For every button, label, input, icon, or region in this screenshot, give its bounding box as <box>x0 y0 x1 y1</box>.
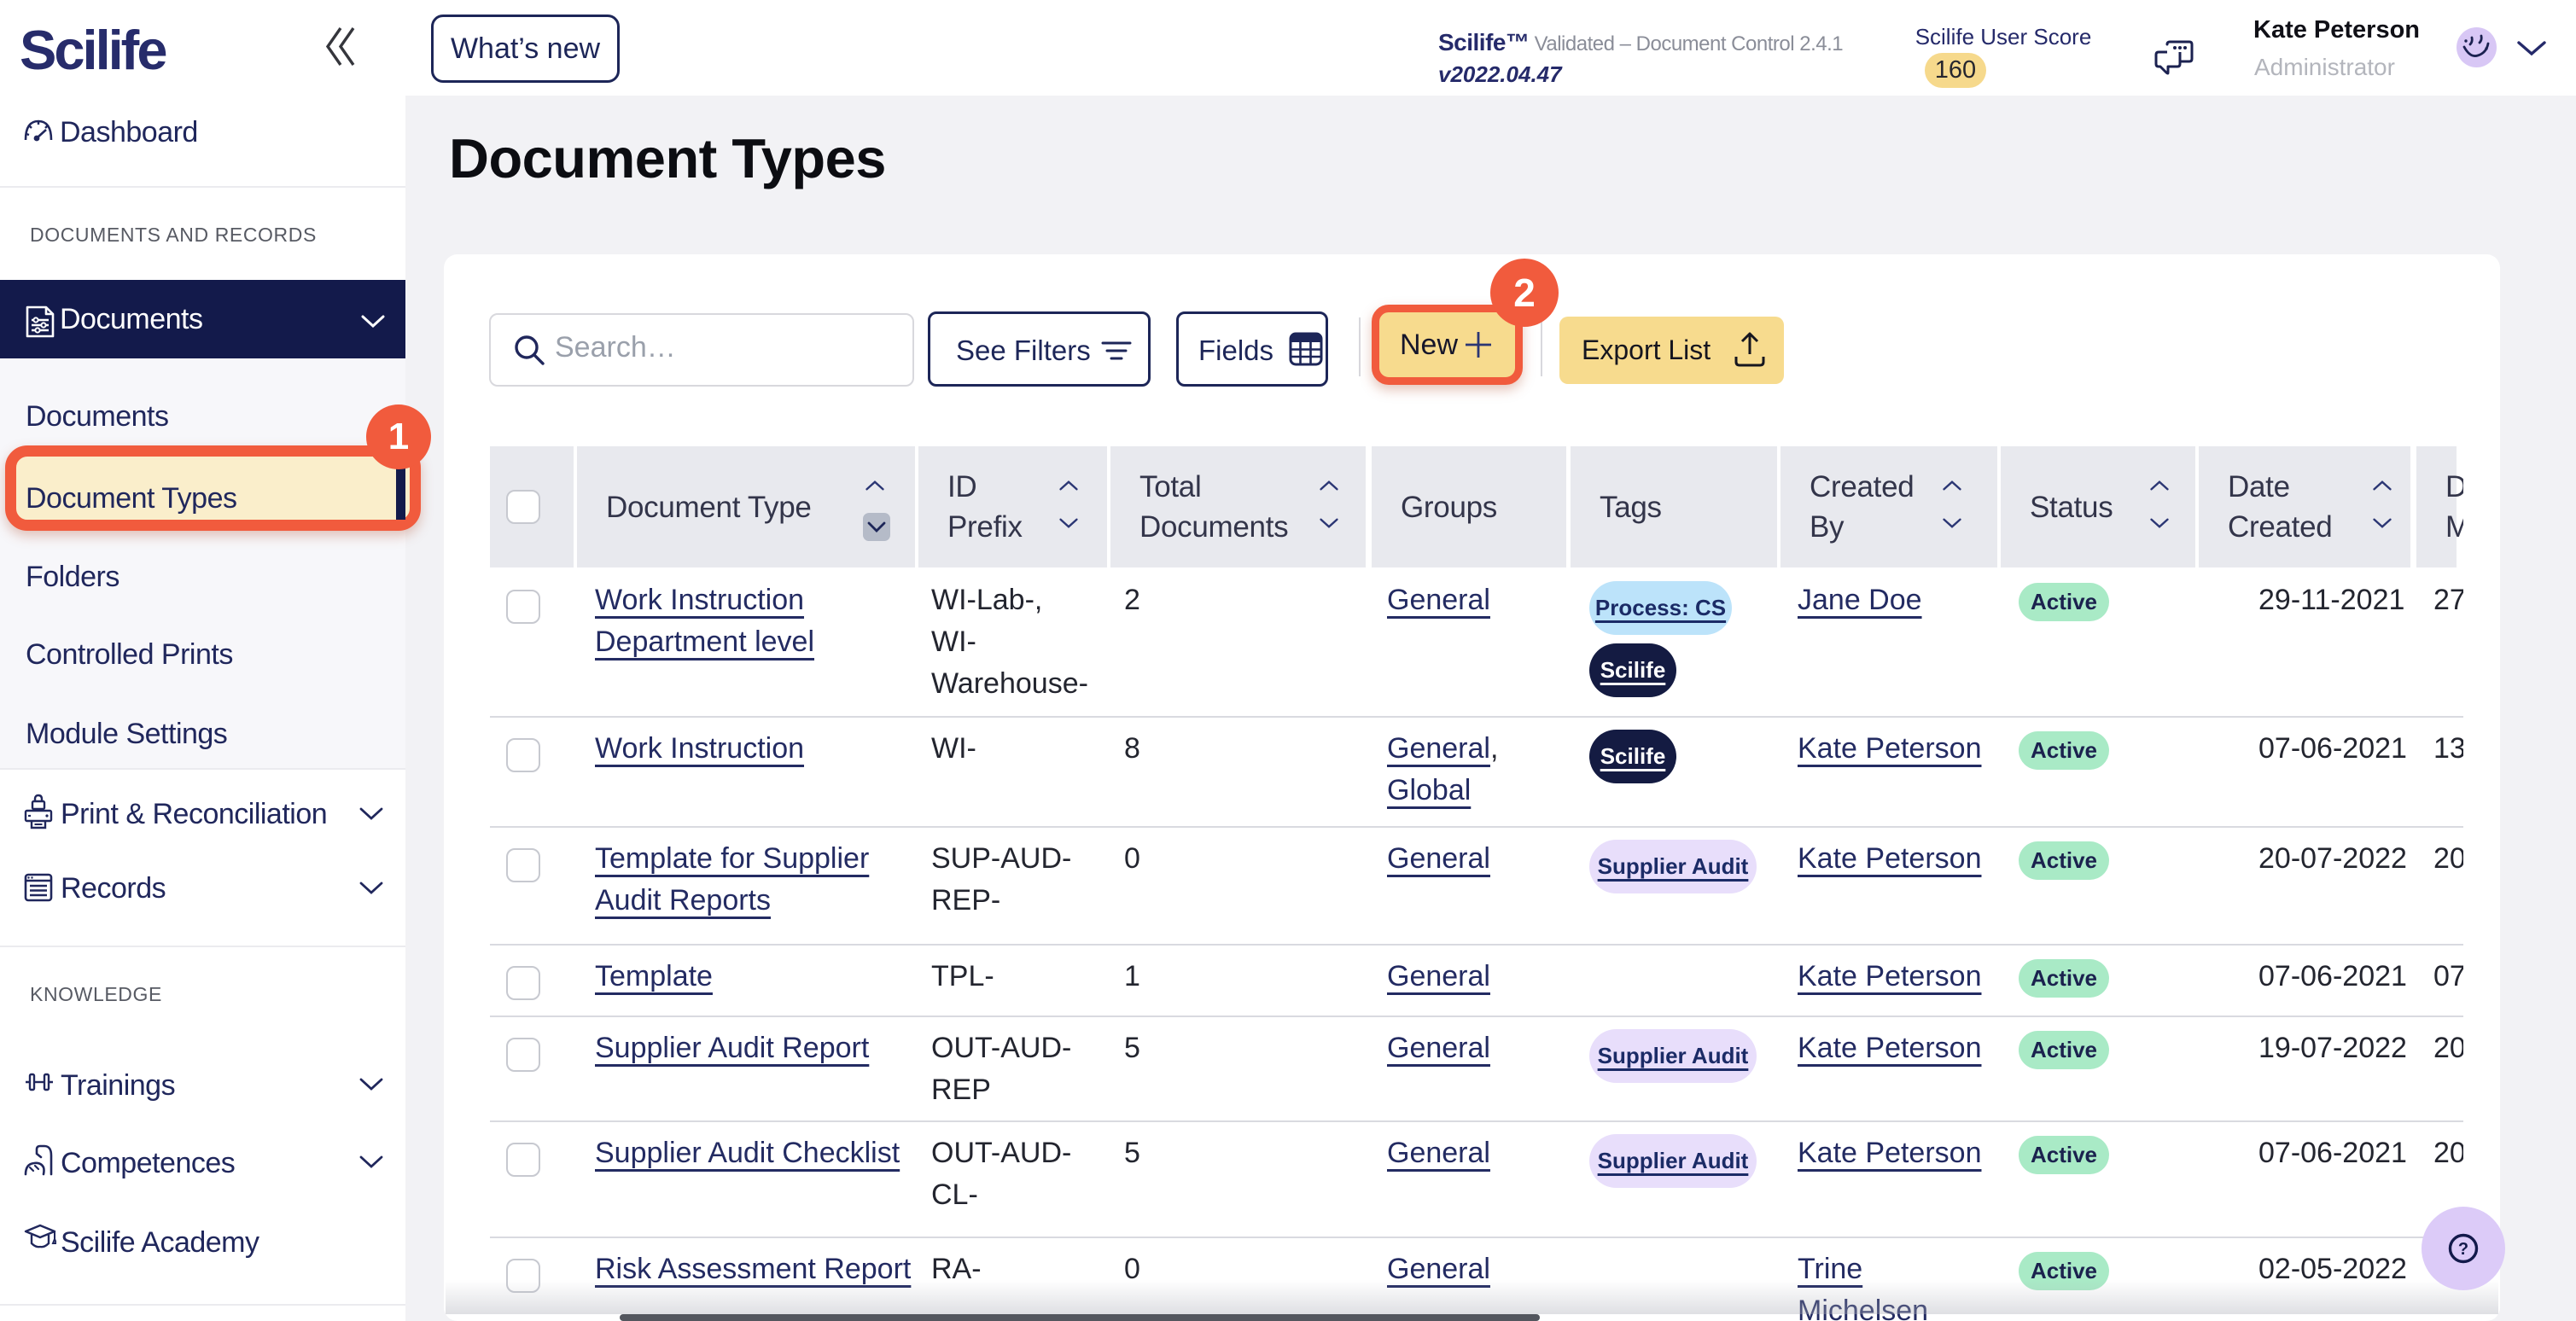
svg-text:?: ? <box>2458 1240 2468 1259</box>
